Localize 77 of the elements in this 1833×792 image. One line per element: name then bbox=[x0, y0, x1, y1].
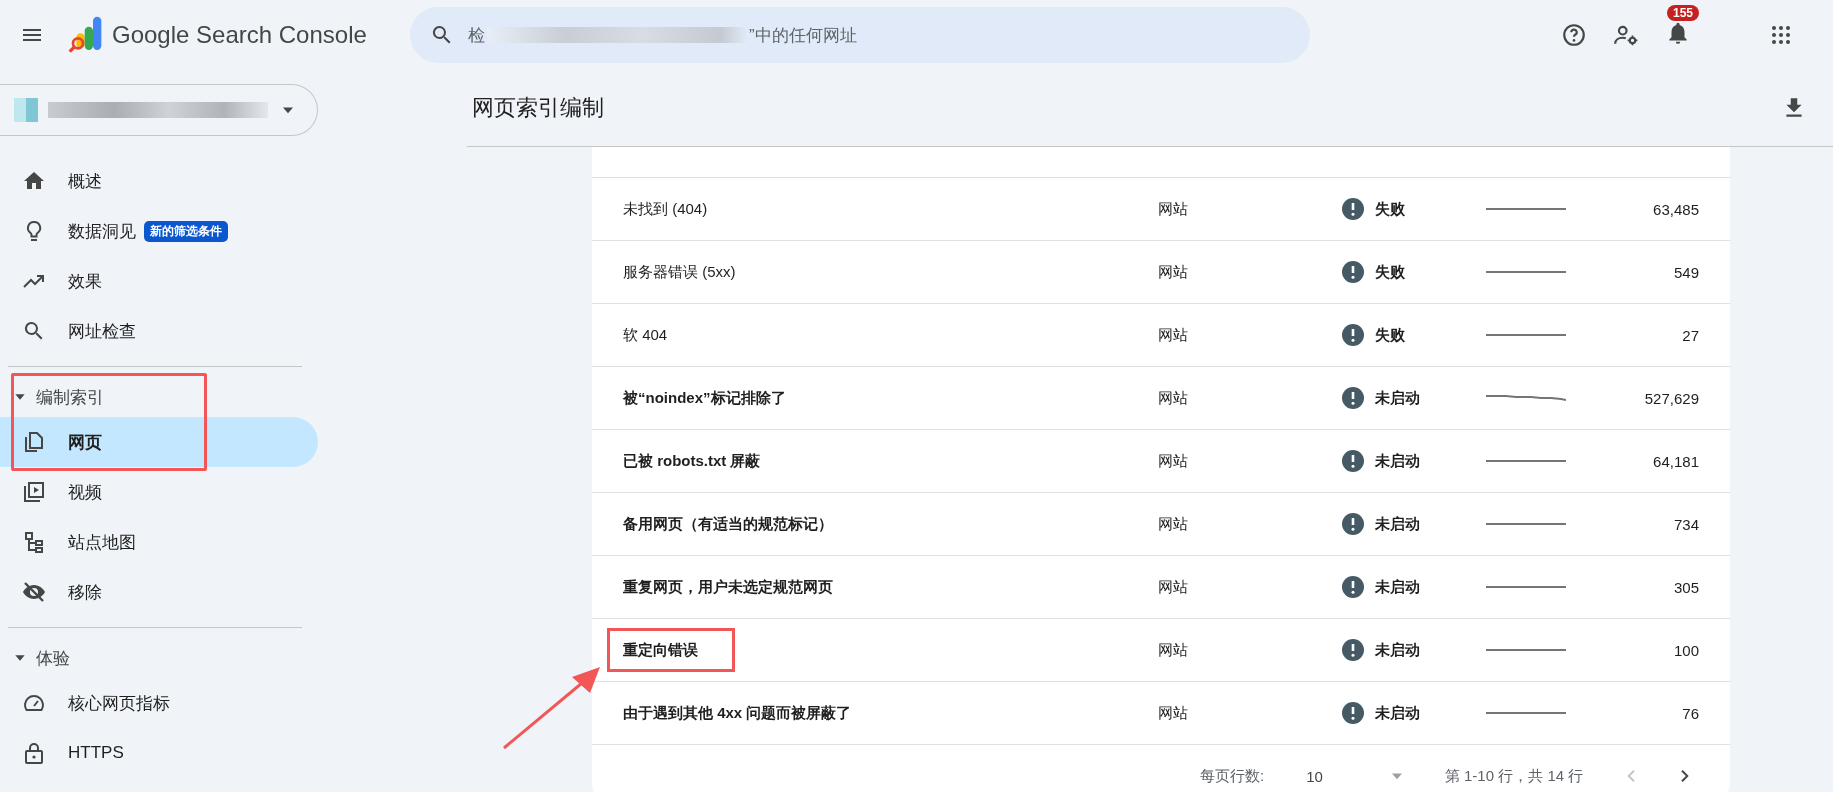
reason-cell-text: 被“noindex”标记排除了 bbox=[621, 388, 787, 408]
count-cell-text: 734 bbox=[1672, 515, 1699, 533]
alert-icon bbox=[1341, 449, 1365, 473]
section-header[interactable]: 编制索引 bbox=[0, 377, 330, 417]
alert-icon bbox=[1341, 323, 1365, 347]
new-badge: 新的筛选条件 bbox=[144, 220, 228, 242]
chevron-right-icon[interactable] bbox=[1681, 770, 1690, 782]
status-text: 未启动 bbox=[1375, 451, 1420, 471]
count-cell-text: 305 bbox=[1672, 578, 1699, 596]
pages-icon bbox=[22, 430, 46, 454]
status-text: 未启动 bbox=[1375, 388, 1420, 408]
video-icon bbox=[22, 480, 46, 504]
nav-item[interactable]: 网址检查 bbox=[0, 306, 318, 356]
status-text: 未启动 bbox=[1375, 577, 1420, 597]
source-cell-text: 网站 bbox=[1158, 640, 1189, 660]
count-cell-text: 76 bbox=[1681, 704, 1699, 722]
search-field[interactable]: 检 ”中的任何网址 bbox=[410, 7, 1310, 63]
source-cell-text: 网站 bbox=[1158, 388, 1189, 408]
count-cell-text: 27 bbox=[1681, 326, 1699, 344]
search-placeholder-start: 检 bbox=[468, 24, 485, 47]
status-text: 未启动 bbox=[1375, 703, 1420, 723]
count-cell-text: 63,485 bbox=[1652, 200, 1699, 218]
status-text: 未启动 bbox=[1375, 640, 1420, 660]
alert-icon bbox=[1341, 386, 1365, 410]
eye-off-icon bbox=[22, 580, 46, 604]
alert-icon bbox=[1341, 197, 1365, 221]
page-range: 第 1-10 行，共 14 行 bbox=[1444, 766, 1584, 786]
count-cell-text: 100 bbox=[1672, 641, 1699, 659]
alert-icon bbox=[1341, 260, 1365, 284]
reason-cell-text: 服务器错误 (5xx) bbox=[622, 262, 737, 282]
status-text: 失败 bbox=[1375, 199, 1405, 219]
search-placeholder-end: ”中的任何网址 bbox=[749, 24, 857, 47]
nav-item[interactable]: 视频 bbox=[0, 467, 318, 517]
nav-item[interactable]: 网页 bbox=[0, 417, 318, 467]
rows-per-page-label: 每页行数: bbox=[1200, 766, 1265, 786]
rows-per-page-select[interactable]: 10 bbox=[1306, 766, 1407, 786]
source-cell-text: 网站 bbox=[1158, 451, 1189, 471]
nav-item[interactable]: HTTPS bbox=[0, 728, 318, 778]
source-cell-text: 网站 bbox=[1158, 325, 1189, 345]
count-cell-text: 527,629 bbox=[1643, 389, 1699, 407]
alert-icon bbox=[1341, 512, 1365, 536]
reason-cell: 重定向错误 bbox=[592, 640, 1158, 660]
reason-cell-text: 由于遇到其他 4xx 问题而被屏蔽了 bbox=[622, 703, 853, 723]
source-cell-text: 网站 bbox=[1158, 262, 1189, 282]
site-favicon bbox=[14, 98, 38, 122]
status-text: 失败 bbox=[1375, 325, 1405, 345]
nav-label: 数据洞见 bbox=[68, 220, 136, 243]
source-cell-text: 网站 bbox=[1158, 577, 1189, 597]
nav-item[interactable]: 数据洞见 新的筛选条件 bbox=[0, 206, 318, 256]
app-title: Google Search Console bbox=[112, 21, 367, 49]
alert-icon bbox=[1341, 701, 1365, 725]
source-cell-text: 网站 bbox=[1158, 199, 1189, 219]
lock-icon bbox=[22, 741, 46, 765]
nav-item[interactable]: 移除 bbox=[0, 567, 318, 617]
nav-item[interactable]: 效果 bbox=[0, 256, 318, 306]
alert-icon bbox=[1341, 575, 1365, 599]
section-header[interactable]: 体验 bbox=[0, 638, 330, 678]
page-title: 网页索引编制 bbox=[472, 94, 604, 122]
status-text: 失败 bbox=[1375, 262, 1405, 282]
count-cell-text: 64,181 bbox=[1652, 452, 1699, 470]
reason-cell-text: 未找到 (404) bbox=[622, 199, 709, 219]
apps-icon[interactable] bbox=[1769, 23, 1793, 47]
nav-item[interactable]: 核心网页指标 bbox=[0, 678, 318, 728]
source-cell-text: 网站 bbox=[1158, 514, 1189, 534]
reason-cell-text: 软 404 bbox=[622, 325, 669, 345]
sitemap-icon bbox=[22, 530, 46, 554]
nav-item[interactable]: 概述 bbox=[0, 156, 318, 206]
notification-count: 155 bbox=[1667, 5, 1700, 21]
count-cell-text: 549 bbox=[1672, 263, 1699, 281]
nav-item[interactable]: 站点地图 bbox=[0, 517, 318, 567]
alert-icon bbox=[1341, 638, 1365, 662]
reason-cell-text: 已被 robots.txt 屏蔽 bbox=[622, 451, 762, 471]
reason-cell-text: 备用网页（有适当的规范标记） bbox=[622, 514, 834, 534]
reason-cell-text: 重复网页，用户未选定规范网页 bbox=[622, 577, 834, 597]
source-cell-text: 网站 bbox=[1158, 703, 1189, 723]
status-text: 未启动 bbox=[1375, 514, 1420, 534]
help-icon[interactable] bbox=[1561, 22, 1587, 48]
